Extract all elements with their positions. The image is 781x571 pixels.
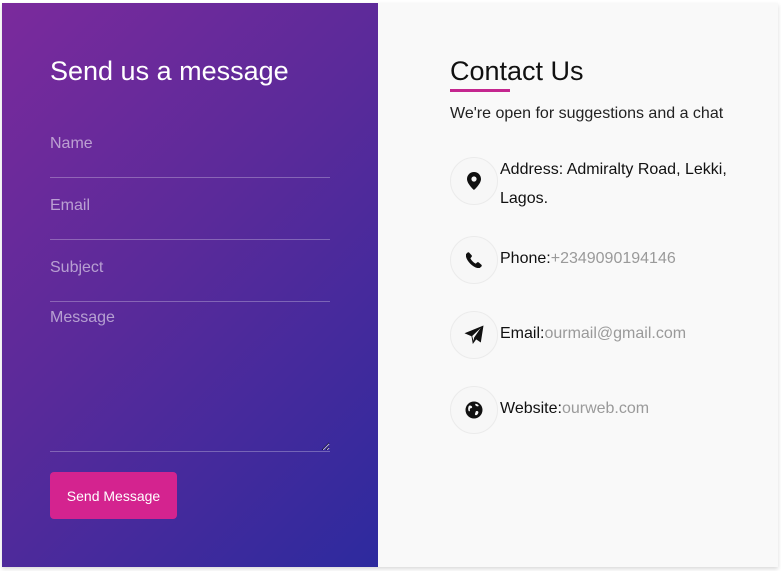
phone-text: Phone:+2349090194146 xyxy=(500,244,735,273)
contact-card: Send us a message Send Message Contact U… xyxy=(2,3,778,567)
address-icon-circle xyxy=(450,157,498,205)
email-text: Email:ourmail@gmail.com xyxy=(500,319,735,348)
paper-plane-icon xyxy=(464,325,484,344)
email-value[interactable]: ourmail@gmail.com xyxy=(544,325,686,342)
website-value[interactable]: ourweb.com xyxy=(562,400,649,417)
map-pin-icon xyxy=(467,172,481,190)
name-input[interactable] xyxy=(50,133,330,178)
website-label: Website: xyxy=(500,400,562,417)
title-underline xyxy=(450,89,510,92)
email-icon-circle xyxy=(450,311,498,359)
message-form-panel: Send us a message Send Message xyxy=(2,3,378,567)
contact-info-panel: Contact Us We're open for suggestions an… xyxy=(378,3,778,567)
website-text: Website:ourweb.com xyxy=(500,394,735,423)
phone-icon-circle xyxy=(450,236,498,284)
email-label: Email: xyxy=(500,325,545,342)
phone-label: Phone: xyxy=(500,250,551,267)
website-icon-circle xyxy=(450,386,498,434)
address-label: Address: xyxy=(500,161,564,178)
form-title: Send us a message xyxy=(50,56,289,86)
address-text: Address: Admiralty Road, Lekki, Lagos. xyxy=(500,155,735,213)
subject-input[interactable] xyxy=(50,257,330,302)
send-message-button[interactable]: Send Message xyxy=(50,472,177,519)
phone-icon xyxy=(466,252,482,268)
phone-value[interactable]: +2349090194146 xyxy=(551,250,676,267)
globe-icon xyxy=(465,401,483,419)
contact-title: Contact Us xyxy=(450,56,584,86)
email-input[interactable] xyxy=(50,195,330,240)
contact-subtitle: We're open for suggestions and a chat xyxy=(450,105,724,122)
message-textarea[interactable] xyxy=(50,309,330,452)
